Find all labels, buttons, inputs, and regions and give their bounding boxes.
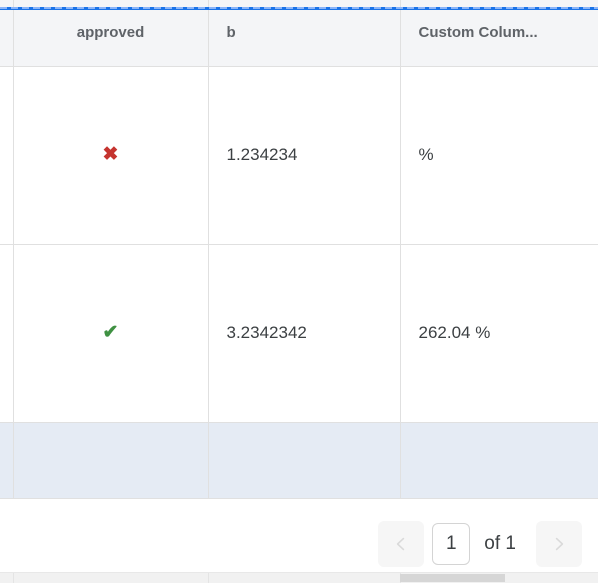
chevron-right-icon (550, 535, 568, 553)
cell-b-value: 1.234234 (226, 145, 298, 164)
next-page-button[interactable] (536, 520, 582, 567)
pagination-bar: of 1 (0, 515, 598, 572)
page-total-label: of 1 (484, 532, 516, 554)
column-header-approved-label: approved (76, 24, 145, 42)
row-gutter-cell (0, 244, 14, 423)
horizontal-scrollbar[interactable] (0, 572, 598, 583)
cell-custom-column[interactable]: % (400, 66, 598, 245)
grid-viewport[interactable]: approved b Custom Colum... ✖ 1.234234 % … (0, 0, 598, 515)
horizontal-scrollbar-thumb[interactable] (400, 574, 505, 582)
cell-b[interactable]: 3.2342342 (208, 244, 401, 423)
table-row-empty-selected[interactable] (0, 422, 598, 499)
cell-custom-column[interactable]: 262.04 % (400, 244, 598, 423)
cell-b[interactable]: 1.234234 (208, 66, 401, 245)
check-icon: ✔ (102, 322, 119, 343)
table-row[interactable]: ✔ 3.2342342 262.04 % (0, 244, 598, 423)
column-drop-indicator (0, 7, 598, 10)
cell-b-value: 3.2342342 (226, 323, 307, 342)
cross-icon: ✖ (102, 144, 119, 165)
previous-page-button[interactable] (378, 520, 425, 567)
row-gutter-cell (0, 422, 14, 499)
data-grid-app: approved b Custom Colum... ✖ 1.234234 % … (0, 0, 598, 583)
data-grid-table: approved b Custom Colum... ✖ 1.234234 % … (0, 0, 598, 499)
column-header-b-label: b (226, 24, 236, 42)
grid-body: ✖ 1.234234 % ✔ 3.2342342 262.04 % (0, 66, 598, 499)
page-number-input[interactable] (432, 522, 471, 565)
cell-b-empty[interactable] (208, 422, 401, 499)
column-header-custom-column-label: Custom Colum... (418, 24, 538, 42)
row-gutter-cell (0, 66, 14, 245)
chevron-left-icon (392, 535, 410, 553)
cell-approved[interactable]: ✔ (13, 244, 209, 423)
cell-custom-column-value: % (418, 145, 434, 164)
cell-custom-column-value: 262.04 % (418, 323, 491, 342)
cell-custom-column-empty[interactable] (400, 422, 598, 499)
table-row[interactable]: ✖ 1.234234 % (0, 66, 598, 245)
cell-approved[interactable]: ✖ (13, 66, 209, 245)
cell-approved-empty[interactable] (13, 422, 209, 499)
